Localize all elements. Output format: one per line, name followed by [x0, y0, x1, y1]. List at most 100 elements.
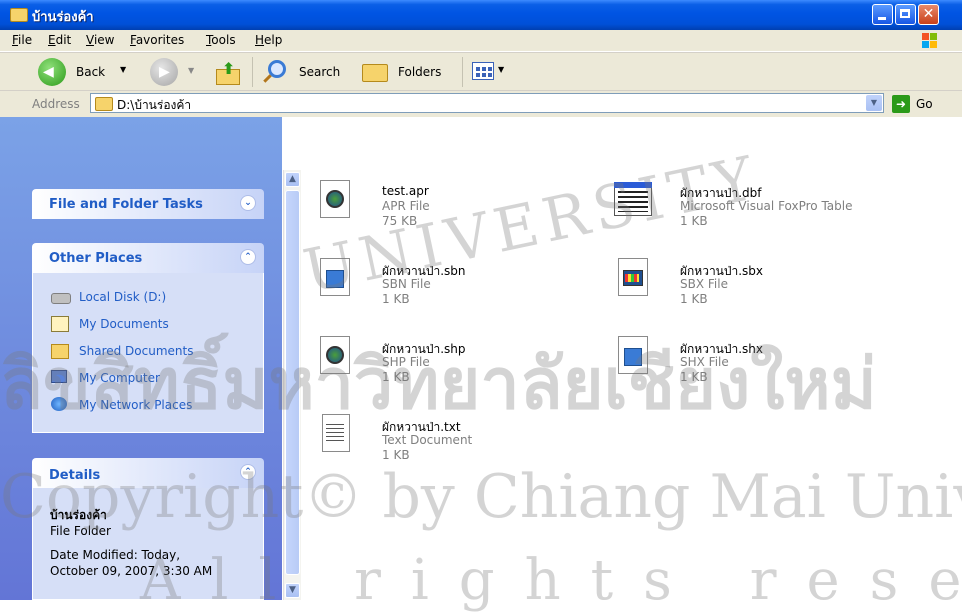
task-pane: File and Folder Tasks ⌄ Other Places ⌃ L…	[0, 117, 282, 600]
file-item[interactable]: ผักหวานป่า.shx SHX File 1 KB	[610, 334, 900, 384]
close-icon: ✕	[922, 6, 935, 22]
other-places-title: Other Places	[49, 251, 143, 266]
file-type: SBN File	[382, 277, 431, 291]
other-places-header[interactable]: Other Places ⌃	[32, 243, 264, 273]
go-arrow-icon: ➜	[892, 95, 910, 113]
scroll-up-button[interactable]: ▲	[285, 172, 300, 187]
dbf-table-icon	[614, 178, 652, 218]
toolbar-separator	[252, 57, 253, 87]
details-type: File Folder	[50, 524, 111, 538]
menu-file[interactable]: File	[12, 33, 32, 47]
menu-bar: File Edit View Favorites Tools Help	[0, 30, 962, 52]
go-button[interactable]: ➜ Go	[892, 94, 952, 114]
file-item[interactable]: ผักหวานป่า.shp SHP File 1 KB	[312, 334, 582, 384]
file-size: 1 KB	[680, 370, 708, 384]
apr-file-icon	[316, 178, 352, 218]
shared-documents-icon	[51, 344, 69, 359]
file-size: 1 KB	[680, 292, 708, 306]
window-title: บ้านร่องค้า	[32, 10, 94, 25]
address-value: D:\บ้านร่องค้า	[117, 98, 192, 112]
file-item[interactable]: ผักหวานป่า.dbf Microsoft Visual FoxPro T…	[610, 178, 900, 228]
shp-file-icon	[316, 334, 352, 374]
search-label: Search	[299, 65, 341, 79]
toolbar-separator	[462, 57, 463, 87]
title-bar[interactable]: บ้านร่องค้า ✕	[0, 0, 962, 30]
chevron-down-icon[interactable]: ⌄	[240, 195, 256, 211]
file-item[interactable]: test.apr APR File 75 KB	[312, 178, 582, 228]
menu-tools[interactable]: Tools	[206, 33, 236, 47]
file-type: SHP File	[382, 355, 430, 369]
file-folder-tasks-title: File and Folder Tasks	[49, 197, 203, 212]
address-bar: Address D:\บ้านร่องค้า ▼ ➜ Go	[0, 90, 962, 117]
back-dropdown-icon[interactable]: ▼	[120, 65, 126, 74]
place-my-documents[interactable]: My Documents	[79, 317, 169, 331]
txt-file-icon	[316, 412, 352, 452]
views-button[interactable]: ▼	[472, 61, 518, 83]
address-dropdown-button[interactable]: ▼	[866, 95, 882, 111]
place-my-computer[interactable]: My Computer	[79, 371, 160, 385]
sbx-file-icon	[614, 256, 650, 296]
folders-icon	[362, 64, 388, 82]
file-item[interactable]: ผักหวานป่า.txt Text Document 1 KB	[312, 412, 582, 462]
details-header[interactable]: Details ⌃	[32, 458, 264, 488]
maximize-button[interactable]	[895, 4, 916, 25]
file-item[interactable]: ผักหวานป่า.sbx SBX File 1 KB	[610, 256, 900, 306]
file-size: 1 KB	[382, 292, 410, 306]
other-places-list: Local Disk (D:) My Documents Shared Docu…	[32, 273, 264, 433]
place-my-network-places[interactable]: My Network Places	[79, 398, 192, 412]
chevron-up-icon[interactable]: ⌃	[240, 464, 256, 480]
file-type: Text Document	[382, 433, 473, 447]
scroll-thumb[interactable]	[285, 190, 300, 575]
menu-edit[interactable]: Edit	[48, 33, 71, 47]
forward-button[interactable]: ▶	[150, 58, 178, 86]
toolbar: ◀ Back ▼ ▶ ▼ ⬆ Search Folders ▼	[0, 52, 962, 91]
back-label: Back	[76, 65, 106, 79]
chevron-up-icon[interactable]: ⌃	[240, 249, 256, 265]
file-type: SBX File	[680, 277, 728, 291]
folders-label: Folders	[398, 65, 442, 79]
file-size: 75 KB	[382, 214, 418, 228]
folder-icon	[10, 8, 28, 22]
forward-dropdown-icon[interactable]: ▼	[188, 66, 194, 75]
up-folder-button[interactable]: ⬆	[214, 59, 242, 85]
sbn-file-icon	[316, 256, 352, 296]
file-folder-tasks-header[interactable]: File and Folder Tasks ⌄	[32, 189, 264, 219]
details-date-value: October 09, 2007, 3:30 AM	[50, 564, 213, 578]
back-arrow-icon: ◀	[38, 58, 66, 86]
menu-help[interactable]: Help	[255, 33, 282, 47]
file-item[interactable]: ผักหวานป่า.sbn SBN File 1 KB	[312, 256, 582, 306]
search-button[interactable]: Search	[262, 58, 352, 86]
my-computer-icon	[51, 370, 67, 383]
menu-favorites[interactable]: Favorites	[130, 33, 184, 47]
details-name: บ้านร่องค้า	[50, 508, 107, 522]
my-documents-icon	[51, 316, 69, 332]
details-date-modified: Date Modified: Today,	[50, 548, 181, 562]
file-type: APR File	[382, 199, 430, 213]
address-input[interactable]: D:\บ้านร่องค้า	[90, 93, 884, 113]
place-shared-documents[interactable]: Shared Documents	[79, 344, 193, 358]
file-name: test.apr	[382, 184, 429, 198]
windows-logo-icon	[920, 31, 938, 49]
back-button[interactable]: ◀ Back ▼	[38, 57, 128, 87]
folders-button[interactable]: Folders	[362, 58, 452, 86]
scroll-down-button[interactable]: ▼	[285, 583, 300, 598]
close-button[interactable]: ✕	[918, 4, 939, 25]
local-disk-icon	[51, 293, 71, 304]
address-label: Address	[32, 97, 80, 111]
menu-view[interactable]: View	[86, 33, 114, 47]
shx-file-icon	[614, 334, 650, 374]
details-body: บ้านร่องค้า File Folder Date Modified: T…	[32, 488, 264, 600]
file-type: Microsoft Visual FoxPro Table	[680, 199, 853, 213]
file-size: 1 KB	[680, 214, 708, 228]
left-pane-scrollbar[interactable]: ▲ ▼	[283, 170, 301, 600]
file-size: 1 KB	[382, 448, 410, 462]
file-size: 1 KB	[382, 370, 410, 384]
views-icon	[472, 62, 494, 80]
folder-icon	[95, 97, 113, 111]
minimize-button[interactable]	[872, 4, 893, 25]
file-type: SHX File	[680, 355, 729, 369]
place-local-disk[interactable]: Local Disk (D:)	[79, 290, 166, 304]
my-network-places-icon	[51, 397, 67, 411]
views-dropdown-icon: ▼	[498, 65, 505, 74]
go-label: Go	[916, 97, 933, 111]
